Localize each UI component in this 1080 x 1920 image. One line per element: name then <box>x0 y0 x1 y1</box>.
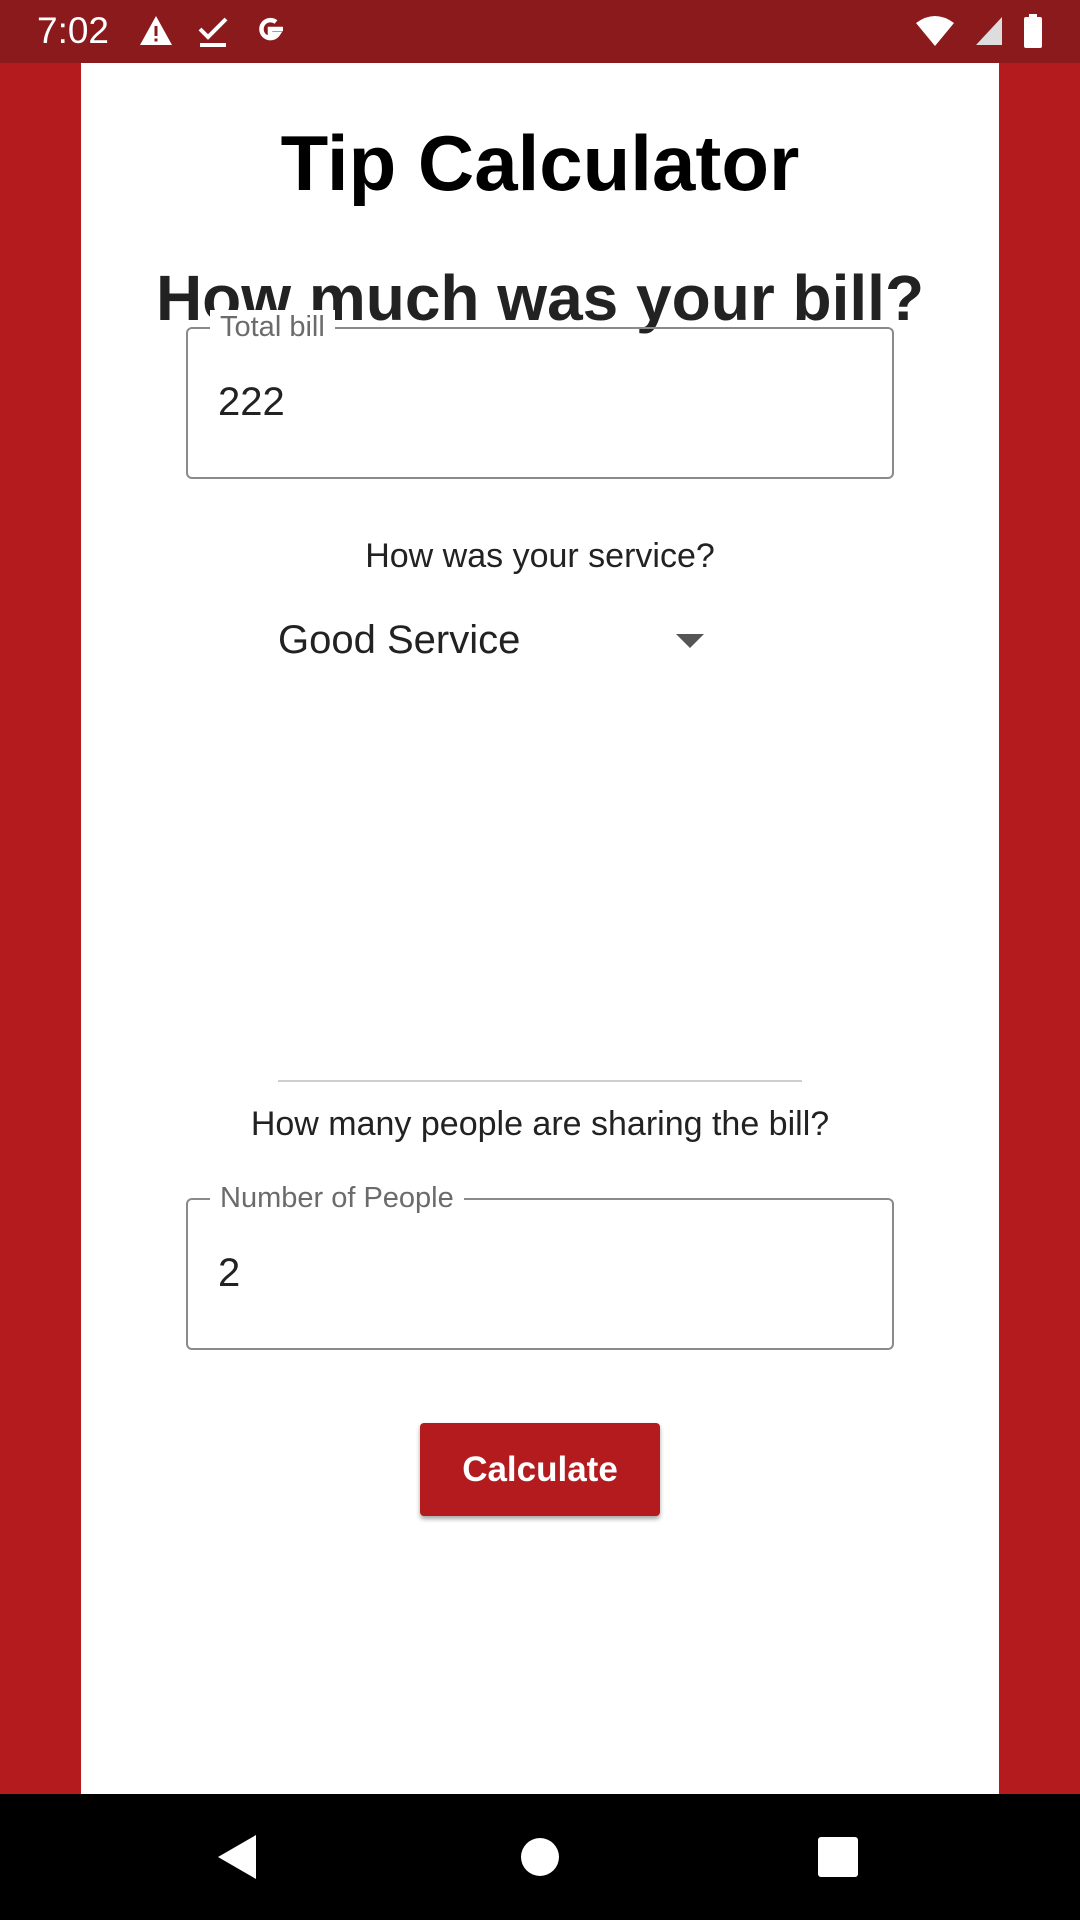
wifi-icon <box>916 16 954 46</box>
total-bill-value[interactable]: 222 <box>218 379 285 425</box>
page-title: Tip Calculator <box>280 119 800 207</box>
number-of-people-label: Number of People <box>210 1181 464 1215</box>
google-icon <box>259 17 283 41</box>
dropdown-arrow-icon <box>676 634 704 648</box>
total-bill-field[interactable]: Total bill 222 <box>186 310 894 479</box>
status-bar: 7:02 <box>0 0 1080 63</box>
people-question: How many people are sharing the bill? <box>250 1105 830 1143</box>
recents-button[interactable] <box>778 1794 898 1920</box>
status-icons-left <box>138 12 288 50</box>
home-icon <box>521 1838 559 1876</box>
number-of-people-field[interactable]: Number of People 2 <box>186 1181 894 1350</box>
battery-icon <box>1024 14 1042 48</box>
download-done-icon <box>198 17 228 47</box>
back-icon <box>218 1835 256 1879</box>
cell-signal-icon <box>976 17 1002 45</box>
navigation-bar <box>0 1794 1080 1920</box>
warning-icon <box>140 16 172 45</box>
recents-icon <box>818 1837 858 1877</box>
back-button[interactable] <box>178 1794 298 1920</box>
home-button[interactable] <box>480 1794 600 1920</box>
divider <box>278 1080 802 1082</box>
total-bill-label: Total bill <box>210 310 335 344</box>
service-question: How was your service? <box>365 537 715 575</box>
service-selected-value: Good Service <box>278 618 521 662</box>
status-time: 7:02 <box>37 10 110 51</box>
number-of-people-value[interactable]: 2 <box>218 1250 240 1296</box>
service-dropdown[interactable]: Good Service <box>278 612 708 672</box>
calculate-button[interactable]: Calculate <box>420 1423 660 1516</box>
status-icons-right <box>914 12 1044 50</box>
